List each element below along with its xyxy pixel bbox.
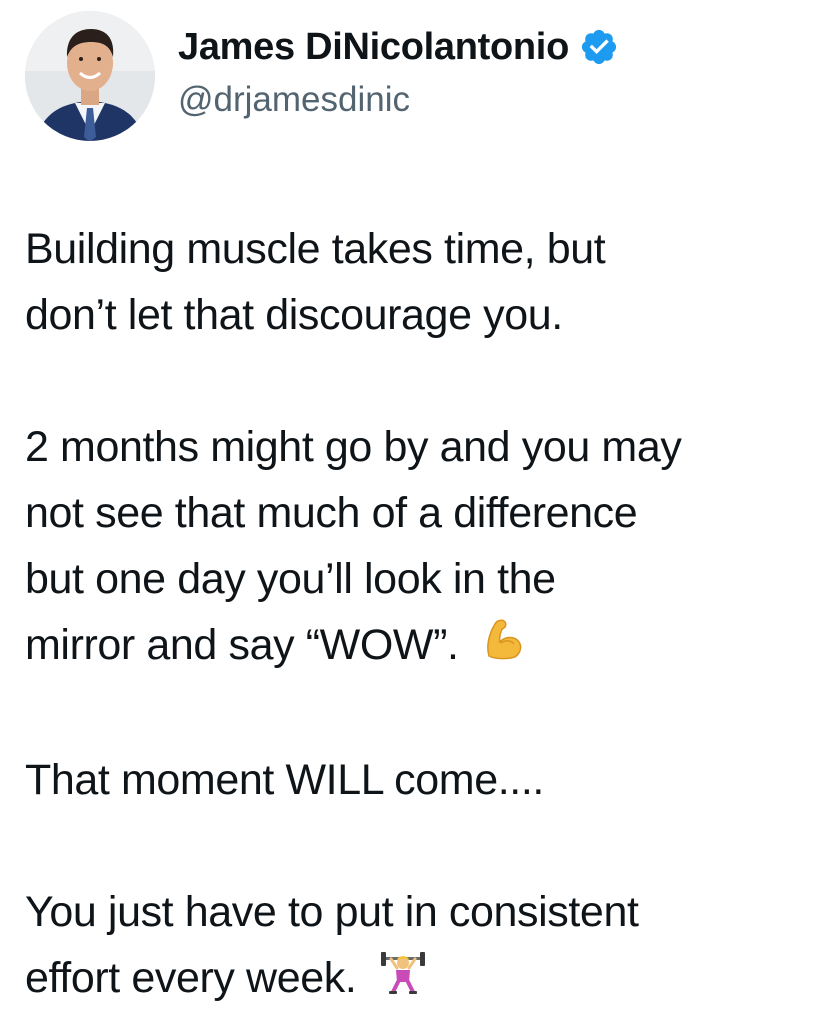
author-handle[interactable]: @drjamesdinic [178,80,410,120]
tweet-line: Building muscle takes time, but [25,225,606,273]
tweet-paragraph-1: Building muscle takes time, but don’t le… [25,216,805,348]
tweet-line-text: mirror and say “WOW”. [25,621,459,669]
tweet-line: That moment WILL come.... [25,755,544,804]
tweet-line-with-emoji: mirror and say “WOW”. [25,612,805,681]
profile-photo-icon [25,11,155,141]
flexed-biceps-icon [481,615,527,681]
tweet-paragraph-2: 2 months might go by and you may not see… [25,414,805,681]
tweet-line: don’t let that discourage you. [25,291,563,339]
tweet-card: James DiNicolantonio @drjamesdinic Build… [0,0,819,1024]
author-name-row[interactable]: James DiNicolantonio [178,24,619,70]
tweet-text: Building muscle takes time, but don’t le… [25,216,805,1015]
tweet-line-text: effort every week. [25,953,357,1002]
weightlifter-icon [378,946,428,1015]
tweet-line: not see that much of a difference [25,489,638,537]
tweet-line-with-emoji: effort every week. [25,945,805,1015]
tweet-line: You just have to put in consistent [25,887,639,936]
avatar[interactable] [25,11,155,141]
author-display-name[interactable]: James DiNicolantonio [178,26,569,69]
tweet-paragraph-4: You just have to put in consistent effor… [25,879,805,1015]
tweet-paragraph-3: That moment WILL come.... [25,747,805,813]
tweet-line: but one day you’ll look in the [25,555,556,603]
verified-badge-icon[interactable] [579,27,619,67]
tweet-line: 2 months might go by and you may [25,423,682,471]
